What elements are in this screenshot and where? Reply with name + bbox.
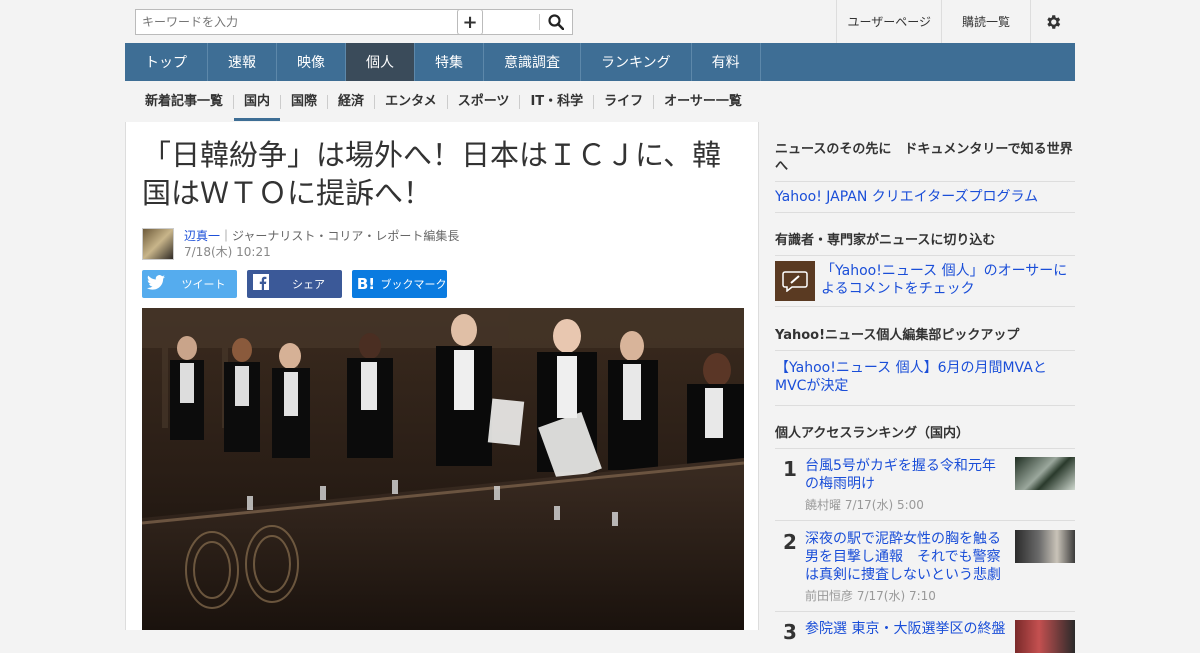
ranking-item[interactable]: 1 台風5号がカギを握る令和元年の梅雨明け 饒村曜 7/17(水) 5:00	[775, 457, 1075, 517]
nav-paid[interactable]: 有料	[692, 43, 761, 81]
plus-icon: +	[462, 11, 478, 33]
rank-thumbnail[interactable]	[1015, 620, 1075, 653]
settings-button[interactable]	[1030, 0, 1075, 43]
sidebar-section-documentary-title: ニュースのその先に ドキュメンタリーで知る世界へ	[775, 142, 1073, 174]
rank-title[interactable]: 台風5号がカギを握る令和元年の梅雨明け	[805, 457, 1005, 493]
search-box	[135, 9, 573, 35]
facebook-icon	[247, 274, 275, 294]
author-role: ｜ジャーナリスト・コリア・レポート編集長	[220, 229, 460, 243]
subnav-latest[interactable]: 新着記事一覧	[135, 94, 233, 109]
rank-number: 2	[783, 530, 797, 554]
nav-individual[interactable]: 個人	[346, 43, 415, 81]
avatar[interactable]	[142, 228, 174, 260]
divider	[775, 255, 1075, 256]
divider	[775, 350, 1075, 351]
nav-ranking[interactable]: ランキング	[581, 43, 692, 81]
ranking-item[interactable]: 2 深夜の駅で泥酔女性の胸を触る男を目撃し通報 それでも警察は真剣に捜査しないと…	[775, 530, 1075, 610]
tweet-button[interactable]: ツイート	[142, 270, 237, 298]
main-nav: トップ 速報 映像 個人 特集 意識調査 ランキング 有料	[125, 43, 1075, 81]
rank-meta: 前田恒彦 7/17(水) 7:10	[805, 589, 936, 603]
top-links: ユーザーページ 購読一覧	[836, 0, 1075, 43]
rank-thumbnail[interactable]	[1015, 530, 1075, 563]
rank-number: 1	[783, 457, 797, 481]
article-date: 7/18(木) 10:21	[184, 245, 271, 259]
divider	[775, 611, 1075, 612]
ranking-item[interactable]: 3 参院選 東京・大阪選挙区の終盤	[775, 620, 1075, 653]
top-bar: + ユーザーページ 購読一覧	[125, 0, 1075, 43]
nav-top[interactable]: トップ	[125, 43, 208, 81]
ranking-title: 個人アクセスランキング（国内）	[775, 426, 969, 441]
search-button[interactable]	[540, 10, 572, 34]
tweet-label: ツイート	[181, 278, 226, 291]
subnav-authors[interactable]: オーサー一覧	[653, 94, 752, 109]
hatena-bookmark-button[interactable]: B! ブックマーク	[352, 270, 447, 298]
facebook-share-button[interactable]: シェア	[247, 270, 342, 298]
subnav-life[interactable]: ライフ	[593, 94, 653, 109]
author-comments-link[interactable]: 「Yahoo!ニュース 個人」のオーサーによるコメントをチェック	[821, 262, 1075, 298]
gear-icon	[1047, 14, 1061, 29]
nav-breaking[interactable]: 速報	[208, 43, 277, 81]
comment-icon[interactable]	[775, 261, 815, 301]
rank-thumbnail[interactable]	[1015, 457, 1075, 490]
pickup-link[interactable]: 【Yahoo!ニュース 個人】6月の月間MVAとMVCが決定	[775, 359, 1075, 395]
add-button[interactable]: +	[457, 9, 483, 35]
nav-video[interactable]: 映像	[277, 43, 346, 81]
sidebar-section-experts-title: 有識者・専門家がニュースに切り込む	[775, 233, 996, 248]
rank-number: 3	[783, 620, 797, 644]
share-buttons: ツイート シェア B! ブックマーク	[142, 270, 457, 298]
nav-survey[interactable]: 意識調査	[484, 43, 581, 81]
rank-title[interactable]: 参院選 東京・大阪選挙区の終盤	[805, 620, 1005, 638]
sidebar-section-pickup-title: Yahoo!ニュース個人編集部ピックアップ	[775, 328, 1020, 343]
facebook-share-label: シェア	[292, 278, 325, 291]
hatena-label: ブックマーク	[380, 278, 447, 291]
divider	[775, 212, 1075, 213]
twitter-icon	[142, 274, 170, 294]
divider	[775, 448, 1075, 449]
author-name[interactable]: 辺真一	[184, 229, 220, 243]
subscriptions-link[interactable]: 購読一覧	[940, 0, 1030, 43]
divider	[775, 405, 1075, 406]
subnav-economy[interactable]: 経済	[327, 94, 374, 109]
search-icon	[548, 14, 564, 30]
rank-title[interactable]: 深夜の駅で泥酔女性の胸を触る男を目撃し通報 それでも警察は真剣に捜査しないという…	[805, 530, 1005, 584]
subnav-international[interactable]: 国際	[280, 94, 327, 109]
user-page-link[interactable]: ユーザーページ	[836, 0, 941, 43]
subnav-sports[interactable]: スポーツ	[446, 94, 520, 109]
subnav-domestic[interactable]: 国内	[233, 94, 281, 121]
article: 「日韓紛争」は場外へ！日本はＩＣＪに、韓国はＷＴＯに提訴へ！ 辺真一｜ジャーナリ…	[125, 122, 759, 630]
divider	[775, 306, 1075, 307]
judges-photo-illustration	[142, 308, 744, 630]
sub-nav: 新着記事一覧 国内 国際 経済 エンタメ スポーツ IT・科学 ライフ オーサー…	[135, 81, 752, 122]
author-block: 辺真一｜ジャーナリスト・コリア・レポート編集長 7/18(木) 10:21	[142, 228, 459, 260]
divider	[775, 520, 1075, 521]
creators-program-link[interactable]: Yahoo! JAPAN クリエイターズプログラム	[775, 188, 1075, 206]
subnav-it-science[interactable]: IT・科学	[519, 94, 593, 109]
article-photo[interactable]	[142, 308, 744, 630]
hatena-icon: B!	[356, 275, 376, 293]
article-title: 「日韓紛争」は場外へ！日本はＩＣＪに、韓国はＷＴＯに提訴へ！	[142, 138, 722, 210]
divider	[775, 181, 1075, 182]
subnav-entertainment[interactable]: エンタメ	[374, 94, 447, 109]
search-input[interactable]	[136, 10, 416, 34]
rank-meta: 饒村曜 7/17(水) 5:00	[805, 498, 924, 512]
nav-features[interactable]: 特集	[415, 43, 484, 81]
sidebar: ニュースのその先に ドキュメンタリーで知る世界へ Yahoo! JAPAN クリ…	[759, 122, 1075, 653]
